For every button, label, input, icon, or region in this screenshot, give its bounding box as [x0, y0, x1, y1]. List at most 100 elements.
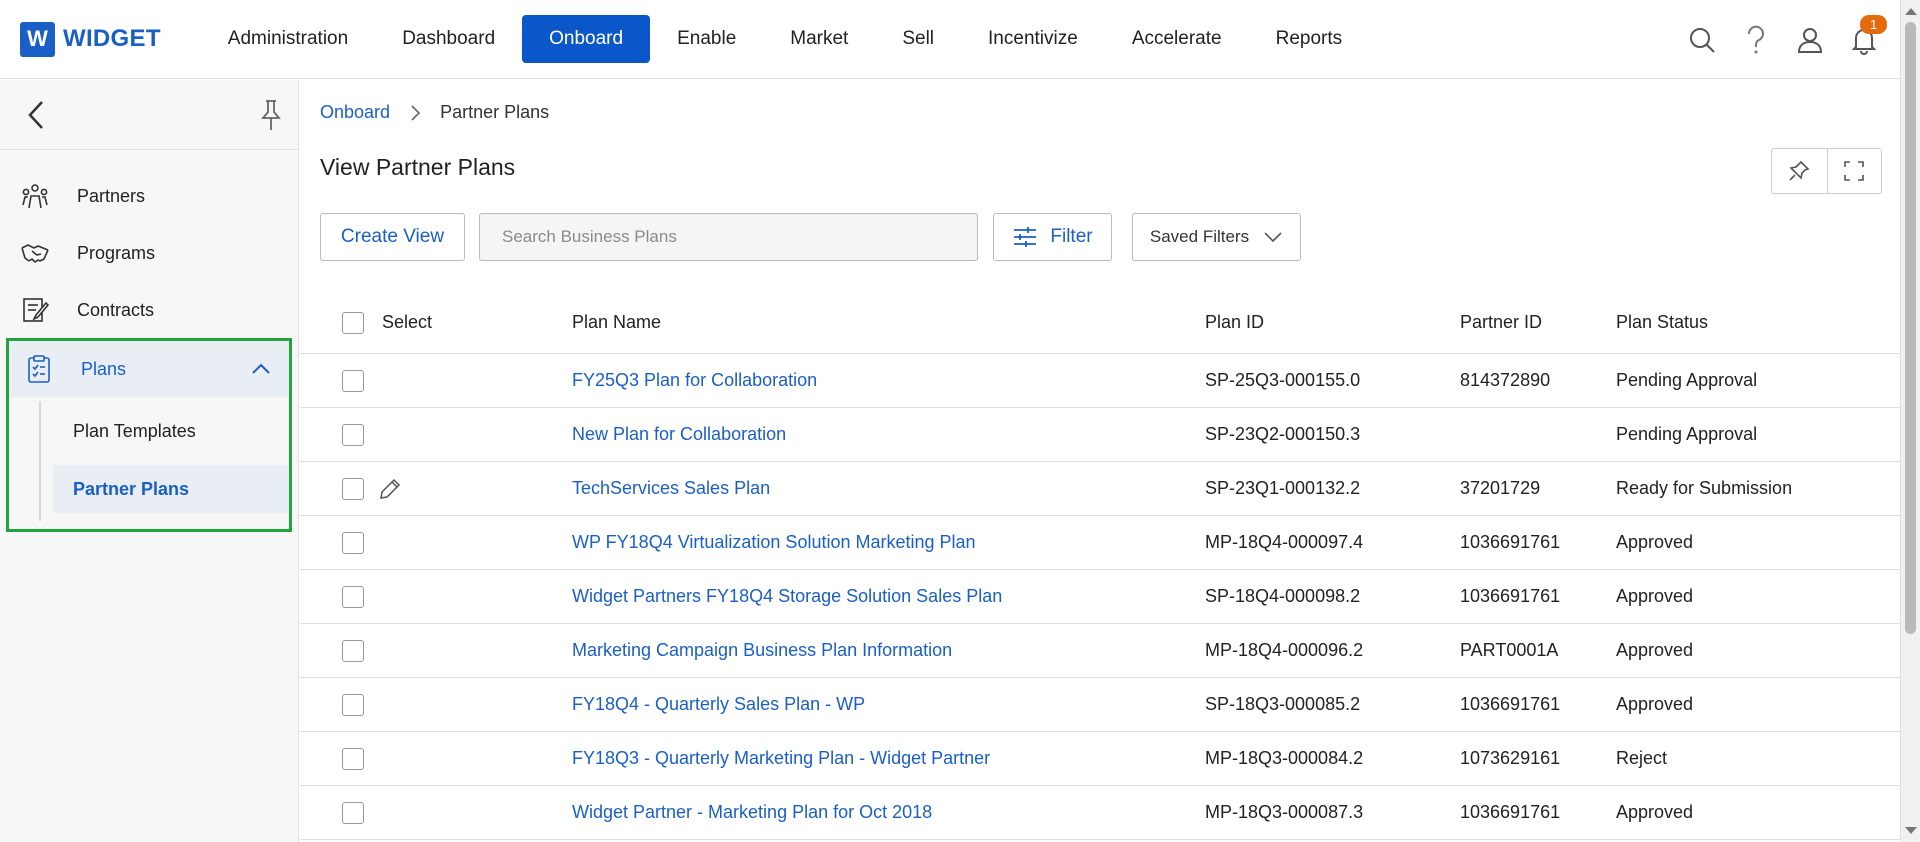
- sidebar-item-label: Plans: [81, 358, 127, 379]
- plan-name-link[interactable]: FY25Q3 Plan for Collaboration: [572, 354, 817, 407]
- top-navigation-bar: W WIDGET Administration Dashboard Onboar…: [0, 0, 1900, 79]
- partner-id: 1036691761: [1460, 586, 1561, 606]
- nav-sell[interactable]: Sell: [875, 15, 961, 63]
- pin-icon[interactable]: [258, 98, 284, 132]
- table-row: TechServices Sales Plan SP-23Q1-000132.2…: [300, 462, 1900, 516]
- sidebar-item-label: Partners: [77, 185, 146, 206]
- row-select-cell: [342, 678, 364, 731]
- scroll-up-arrow[interactable]: [1905, 8, 1917, 15]
- nav-onboard[interactable]: Onboard: [522, 15, 651, 63]
- row-checkbox[interactable]: [342, 423, 364, 446]
- row-checkbox[interactable]: [342, 801, 364, 824]
- filter-button[interactable]: Filter: [993, 213, 1112, 261]
- header-partner-id[interactable]: Partner ID: [1460, 292, 1542, 353]
- search-icon[interactable]: [1686, 24, 1718, 56]
- contract-icon: [19, 294, 51, 326]
- row-checkbox[interactable]: [342, 477, 364, 500]
- row-select-cell: [342, 354, 364, 407]
- main-nav: Administration Dashboard Onboard Enable …: [201, 0, 1369, 78]
- partner-id: PART0001A: [1460, 640, 1559, 660]
- sidebar-subitem-partner-plans[interactable]: Partner Plans: [53, 465, 289, 513]
- plan-id: SP-18Q4-000098.2: [1205, 586, 1361, 606]
- nav-enable[interactable]: Enable: [650, 15, 763, 63]
- filter-icon: [1014, 227, 1037, 247]
- row-select-cell: [342, 786, 364, 839]
- partner-plans-table: Select Plan Name Plan ID Partner ID Plan…: [300, 292, 1900, 840]
- edit-pencil-icon[interactable]: [378, 477, 402, 501]
- bell-icon[interactable]: 1: [1848, 14, 1888, 56]
- plan-name-link[interactable]: Widget Partners FY18Q4 Storage Solution …: [572, 570, 1002, 623]
- row-checkbox[interactable]: [342, 639, 364, 662]
- row-select-cell: [342, 516, 364, 569]
- table-row: WP FY18Q4 Virtualization Solution Market…: [300, 516, 1900, 570]
- clipboard-icon: [23, 353, 55, 385]
- nav-accelerate[interactable]: Accelerate: [1105, 15, 1249, 63]
- nav-incentivize[interactable]: Incentivize: [961, 15, 1105, 63]
- row-select-cell: [342, 732, 364, 785]
- search-input[interactable]: [479, 213, 978, 261]
- saved-filters-label: Saved Filters: [1149, 227, 1250, 246]
- plan-name-link[interactable]: FY18Q4 - Quarterly Sales Plan - WP: [572, 678, 865, 731]
- sidebar-item-plans[interactable]: Plans: [9, 341, 289, 397]
- chevron-up-icon[interactable]: [249, 357, 273, 381]
- header-plan-status[interactable]: Plan Status: [1616, 292, 1708, 353]
- fullscreen-button[interactable]: [1826, 149, 1882, 193]
- plan-id: MP-18Q4-000096.2: [1205, 640, 1364, 660]
- header-plan-id[interactable]: Plan ID: [1205, 292, 1264, 353]
- plan-status: Pending Approval: [1616, 424, 1758, 444]
- help-icon[interactable]: [1740, 24, 1772, 56]
- header-plan-name[interactable]: Plan Name: [572, 292, 661, 353]
- row-checkbox[interactable]: [342, 369, 364, 392]
- row-select-cell: [342, 570, 364, 623]
- sidebar-item-partners[interactable]: Partners: [0, 168, 299, 224]
- pin-view-button[interactable]: [1772, 149, 1827, 193]
- sidebar-item-programs[interactable]: Programs: [0, 225, 299, 281]
- nav-market[interactable]: Market: [763, 15, 875, 63]
- user-icon[interactable]: [1794, 24, 1826, 56]
- plan-name-link[interactable]: New Plan for Collaboration: [572, 408, 786, 461]
- select-all-checkbox[interactable]: [342, 311, 364, 334]
- page-title: View Partner Plans: [320, 154, 516, 180]
- view-tools: [1771, 148, 1882, 194]
- plan-status: Approved: [1616, 640, 1694, 660]
- partner-id: 1036691761: [1460, 532, 1561, 552]
- plan-name-link[interactable]: Marketing Campaign Business Plan Informa…: [572, 624, 952, 677]
- scroll-thumb[interactable]: [1905, 22, 1916, 634]
- row-checkbox[interactable]: [342, 747, 364, 770]
- table-row: New Plan for Collaboration SP-23Q2-00015…: [300, 408, 1900, 462]
- plan-name-link[interactable]: TechServices Sales Plan: [572, 462, 770, 515]
- collapse-sidebar-button[interactable]: [22, 98, 52, 132]
- plan-name-link[interactable]: WP FY18Q4 Virtualization Solution Market…: [572, 516, 976, 569]
- app-logo[interactable]: W WIDGET: [20, 21, 161, 57]
- partner-id: 37201729: [1460, 478, 1541, 498]
- sidebar: Partners Programs Contracts Plans Plan T…: [0, 80, 299, 842]
- nav-dashboard[interactable]: Dashboard: [375, 15, 522, 63]
- row-checkbox[interactable]: [342, 531, 364, 554]
- plan-name-link[interactable]: FY18Q3 - Quarterly Marketing Plan - Widg…: [572, 732, 990, 785]
- scroll-down-arrow[interactable]: [1905, 827, 1917, 834]
- plan-status: Ready for Submission: [1616, 478, 1793, 498]
- row-checkbox[interactable]: [342, 693, 364, 716]
- plan-id: SP-23Q1-000132.2: [1205, 478, 1361, 498]
- breadcrumb-onboard[interactable]: Onboard: [320, 102, 390, 123]
- sidebar-item-label: Programs: [77, 242, 156, 263]
- table-header: Select Plan Name Plan ID Partner ID Plan…: [300, 292, 1900, 354]
- saved-filters-dropdown[interactable]: Saved Filters: [1132, 213, 1301, 261]
- plan-id: SP-23Q2-000150.3: [1205, 424, 1361, 444]
- table-row: FY18Q3 - Quarterly Marketing Plan - Widg…: [300, 732, 1900, 786]
- create-view-button[interactable]: Create View: [320, 213, 465, 261]
- header-actions: 1: [1686, 0, 1888, 79]
- plan-id: SP-18Q3-000085.2: [1205, 694, 1361, 714]
- row-select-cell: [342, 462, 402, 515]
- page-scrollbar[interactable]: [1900, 0, 1920, 842]
- nav-administration[interactable]: Administration: [201, 15, 375, 63]
- table-row: Widget Partners FY18Q4 Storage Solution …: [300, 570, 1900, 624]
- plan-name-link[interactable]: Widget Partner - Marketing Plan for Oct …: [572, 786, 932, 839]
- sidebar-item-contracts[interactable]: Contracts: [0, 282, 299, 338]
- partner-id: 1036691761: [1460, 802, 1561, 822]
- sidebar-subitem-plan-templates[interactable]: Plan Templates: [53, 407, 289, 455]
- table-row: Widget Partner - Marketing Plan for Oct …: [300, 786, 1900, 840]
- plan-status: Approved: [1616, 532, 1694, 552]
- nav-reports[interactable]: Reports: [1249, 15, 1370, 63]
- row-checkbox[interactable]: [342, 585, 364, 608]
